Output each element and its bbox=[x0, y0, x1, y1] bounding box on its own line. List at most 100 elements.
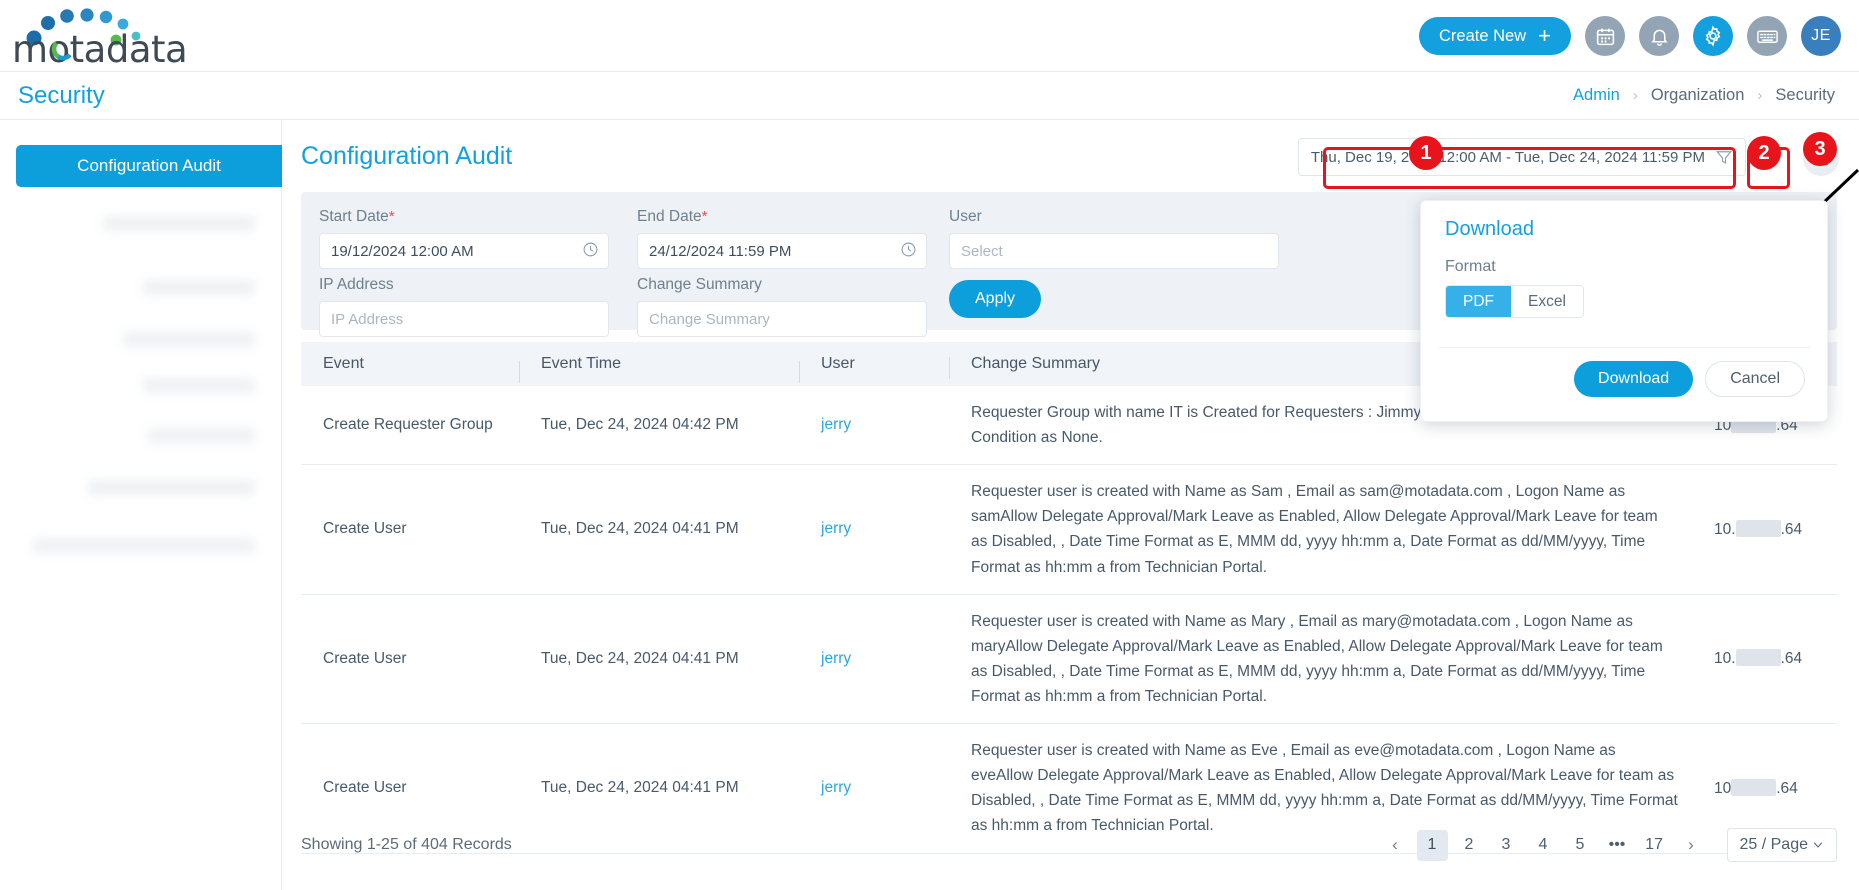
annotation-badge-2: 2 bbox=[1747, 136, 1781, 170]
user-link[interactable]: jerry bbox=[821, 416, 851, 433]
breadcrumb-separator-icon: › bbox=[1757, 87, 1763, 104]
breadcrumb-item-admin[interactable]: Admin bbox=[1573, 86, 1620, 105]
column-header-user[interactable]: User bbox=[799, 355, 949, 383]
avatar-initials: JE bbox=[1811, 27, 1831, 44]
page-button-17[interactable]: 17 bbox=[1639, 830, 1670, 861]
change-summary-label: Change Summary bbox=[637, 276, 762, 293]
sidebar-item-redacted[interactable] bbox=[123, 332, 255, 347]
page-button-1[interactable]: 1 bbox=[1416, 829, 1448, 861]
user-group: User Select bbox=[949, 208, 1279, 269]
create-new-button[interactable]: Create New + bbox=[1419, 17, 1571, 55]
popup-divider bbox=[1439, 347, 1811, 348]
column-header-event-time[interactable]: Event Time bbox=[519, 355, 799, 383]
cell-user: jerry bbox=[799, 506, 949, 552]
page-header: Security Admin › Organization › Security bbox=[0, 72, 1859, 120]
page-button-4[interactable]: 4 bbox=[1528, 830, 1559, 861]
table-row[interactable]: Create User Tue, Dec 24, 2024 04:41 PM j… bbox=[301, 595, 1837, 725]
start-date-label: Start Date* bbox=[319, 208, 395, 225]
start-date-input[interactable]: 19/12/2024 12:00 AM bbox=[319, 233, 609, 269]
create-new-label: Create New bbox=[1439, 26, 1527, 45]
ip-address-input[interactable]: IP Address bbox=[319, 301, 609, 337]
logo-wordmark: motadata bbox=[12, 28, 188, 71]
user-select[interactable]: Select bbox=[949, 233, 1279, 269]
logo-o-ring bbox=[51, 37, 75, 61]
pagination: Showing 1-25 of 404 Records ‹ 1 2 3 4 5 … bbox=[301, 820, 1837, 870]
sidebar-item-redacted[interactable] bbox=[143, 280, 255, 295]
prev-page-button[interactable]: ‹ bbox=[1380, 830, 1411, 861]
bell-icon bbox=[1650, 29, 1668, 46]
cell-event-time: Tue, Dec 24, 2024 04:41 PM bbox=[541, 520, 739, 538]
breadcrumb-item-security: Security bbox=[1775, 86, 1835, 104]
cell-event: Create User bbox=[323, 520, 407, 538]
cancel-button[interactable]: Cancel bbox=[1705, 361, 1805, 397]
download-popup: Download Format PDF Excel Download Cance… bbox=[1420, 200, 1828, 422]
user-label: User bbox=[949, 208, 982, 225]
sidebar-item-redacted[interactable] bbox=[103, 216, 255, 231]
format-toggle-group: PDF Excel bbox=[1445, 285, 1584, 318]
format-label: Format bbox=[1445, 258, 1496, 275]
cell-user: jerry bbox=[799, 402, 949, 448]
cell-event-time: Tue, Dec 24, 2024 04:41 PM bbox=[541, 649, 739, 667]
date-range-value: Thu, Dec 19, 2024 12:00 AM - Tue, Dec 24… bbox=[1310, 148, 1705, 166]
keyboard-shortcuts-button[interactable] bbox=[1747, 16, 1787, 56]
cell-event: Create User bbox=[323, 779, 407, 797]
end-date-input[interactable]: 24/12/2024 11:59 PM bbox=[637, 233, 927, 269]
format-option-pdf[interactable]: PDF bbox=[1446, 286, 1511, 317]
end-date-group: End Date* 24/12/2024 11:59 PM bbox=[637, 208, 927, 269]
redacted-block bbox=[1735, 519, 1781, 537]
pagination-controls: ‹ 1 2 3 4 5 ••• 17 › 25 / Page bbox=[1380, 828, 1837, 862]
sidebar-item-redacted[interactable] bbox=[143, 378, 255, 393]
sidebar-item-redacted[interactable] bbox=[33, 538, 255, 553]
page-button-2[interactable]: 2 bbox=[1454, 830, 1485, 861]
page-button-3[interactable]: 3 bbox=[1491, 830, 1522, 861]
content-title: Configuration Audit bbox=[301, 142, 513, 170]
cell-user: jerry bbox=[799, 636, 949, 682]
settings-button[interactable] bbox=[1693, 16, 1733, 56]
annotation-badge-1: 1 bbox=[1409, 136, 1443, 170]
user-link[interactable]: jerry bbox=[821, 779, 851, 796]
date-range-picker[interactable]: Thu, Dec 19, 2024 12:00 AM - Tue, Dec 24… bbox=[1297, 138, 1746, 176]
table-row[interactable]: Create User Tue, Dec 24, 2024 04:41 PM j… bbox=[301, 465, 1837, 595]
calendar-icon-button[interactable] bbox=[1585, 16, 1625, 56]
sidebar-item-configuration-audit[interactable]: Configuration Audit bbox=[16, 145, 282, 187]
cell-event: Create Requester Group bbox=[323, 416, 493, 434]
calendar-icon bbox=[1596, 28, 1614, 45]
format-option-excel[interactable]: Excel bbox=[1511, 286, 1583, 317]
sidebar-item-label: Configuration Audit bbox=[77, 156, 221, 175]
user-avatar[interactable]: JE bbox=[1801, 16, 1841, 56]
column-header-event[interactable]: Event bbox=[301, 355, 519, 373]
cell-ip-address: 10. .64 bbox=[1714, 519, 1803, 538]
sidebar-item-redacted[interactable] bbox=[148, 428, 255, 443]
cell-event-time: Tue, Dec 24, 2024 04:41 PM bbox=[541, 779, 739, 797]
cell-change-summary: Requester user is created with Name as S… bbox=[971, 483, 1658, 576]
clock-icon[interactable] bbox=[582, 241, 599, 258]
change-summary-input[interactable]: Change Summary bbox=[637, 301, 927, 337]
download-popup-actions: Download Cancel bbox=[1574, 361, 1805, 397]
per-page-select[interactable]: 25 / Page bbox=[1726, 828, 1837, 862]
top-bar-actions: Create New + JE bbox=[1419, 0, 1841, 72]
notifications-button[interactable] bbox=[1639, 16, 1679, 56]
next-page-button[interactable]: › bbox=[1676, 830, 1707, 861]
user-link[interactable]: jerry bbox=[821, 520, 851, 537]
per-page-label: 25 / Page bbox=[1739, 836, 1809, 853]
apply-button[interactable]: Apply bbox=[949, 280, 1042, 318]
breadcrumb-item-organization[interactable]: Organization bbox=[1651, 86, 1745, 105]
filter-icon[interactable] bbox=[1715, 148, 1733, 166]
cell-event-time: Tue, Dec 24, 2024 04:42 PM bbox=[541, 416, 739, 434]
plus-icon: + bbox=[1538, 23, 1551, 48]
clock-icon[interactable] bbox=[900, 241, 917, 258]
cell-event: Create User bbox=[323, 649, 407, 667]
sidebar-item-redacted[interactable] bbox=[88, 480, 255, 495]
user-link[interactable]: jerry bbox=[821, 650, 851, 667]
motadata-logo[interactable]: motadata bbox=[10, 6, 230, 71]
gear-icon bbox=[1705, 25, 1721, 47]
cell-user: jerry bbox=[799, 765, 949, 811]
download-confirm-button[interactable]: Download bbox=[1574, 361, 1694, 397]
redacted-block bbox=[1731, 778, 1777, 796]
annotation-badge-3: 3 bbox=[1803, 132, 1837, 166]
cell-ip-address: 10.64 bbox=[1714, 778, 1798, 797]
page-button-5[interactable]: 5 bbox=[1565, 830, 1596, 861]
page-ellipsis[interactable]: ••• bbox=[1602, 830, 1633, 861]
cell-change-summary: Requester user is created with Name as M… bbox=[971, 612, 1663, 705]
end-date-label: End Date* bbox=[637, 208, 708, 225]
